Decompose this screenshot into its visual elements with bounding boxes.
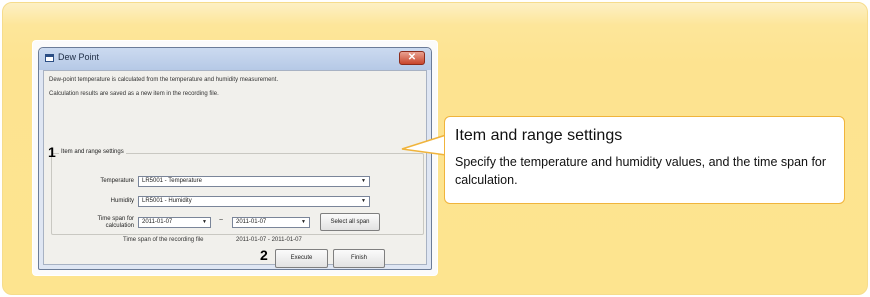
- dew-point-dialog: Dew Point ✕ Dew-point temperature is cal…: [38, 47, 432, 270]
- select-all-span-button[interactable]: Select all span: [320, 213, 380, 231]
- start-date-value: 2011-01-07: [142, 219, 173, 225]
- execute-button[interactable]: Execute: [275, 249, 328, 268]
- window-icon: [45, 54, 54, 62]
- callout-title: Item and range settings: [455, 127, 623, 144]
- dialog-title: Dew Point: [58, 52, 100, 62]
- step-1-marker: 1: [48, 144, 56, 160]
- recording-span-value: 2011-01-07 - 2011-01-07: [236, 237, 302, 243]
- close-icon: ✕: [407, 52, 417, 63]
- callout-pointer: [401, 134, 447, 156]
- title-bar[interactable]: Dew Point ✕: [39, 48, 431, 70]
- chevron-down-icon: ▼: [361, 198, 366, 204]
- timespan-label-line-1: Time span for: [97, 216, 134, 222]
- chevron-down-icon: ▼: [361, 178, 366, 184]
- chevron-down-icon: ▼: [202, 219, 207, 225]
- end-date-select[interactable]: 2011-01-07 ▼: [232, 217, 310, 228]
- start-date-select[interactable]: 2011-01-07 ▼: [138, 217, 211, 228]
- callout-body: Specify the temperature and humidity val…: [455, 155, 827, 187]
- callout-box: Item and range settings Specify the temp…: [444, 116, 845, 204]
- description-line-1: Dew-point temperature is calculated from…: [49, 77, 279, 83]
- temperature-value: LR5001 - Temperature: [142, 178, 202, 184]
- humidity-select[interactable]: LR5001 - Humidity ▼: [138, 196, 370, 207]
- temperature-label: Temperature: [100, 178, 134, 184]
- recording-span-label: Time span of the recording file: [123, 237, 204, 243]
- end-date-value: 2011-01-07: [236, 219, 267, 225]
- humidity-value: LR5001 - Humidity: [142, 198, 192, 204]
- description-line-2: Calculation results are saved as a new i…: [49, 91, 219, 97]
- timespan-label-line-2: calculation: [105, 223, 134, 229]
- chevron-down-icon: ▼: [301, 219, 306, 225]
- close-button[interactable]: ✕: [399, 51, 425, 65]
- temperature-select[interactable]: LR5001 - Temperature ▼: [138, 176, 370, 187]
- step-2-marker: 2: [260, 247, 268, 263]
- range-separator: ~: [219, 217, 224, 224]
- humidity-label: Humidity: [110, 198, 134, 204]
- finish-button[interactable]: Finish: [333, 249, 385, 268]
- dialog-client-area: Dew-point temperature is calculated from…: [43, 70, 427, 268]
- group-title: Item and range settings: [59, 149, 126, 155]
